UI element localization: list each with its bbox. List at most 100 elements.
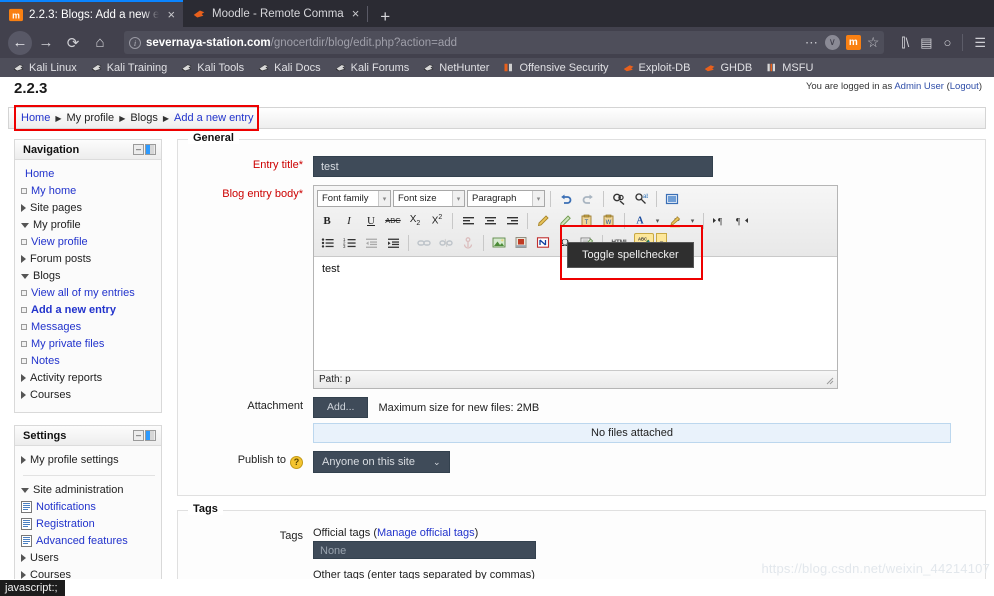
bookmark-exploit-db[interactable]: Exploit-DB: [616, 62, 698, 74]
outdent-icon[interactable]: [361, 233, 381, 252]
remove-format-icon[interactable]: [555, 211, 575, 230]
nonbreaking-icon[interactable]: [533, 233, 553, 252]
redo-icon[interactable]: [578, 189, 598, 208]
bookmark-kali-tools[interactable]: Kali Tools: [174, 62, 251, 74]
tab-close-1[interactable]: ×: [350, 7, 360, 20]
no-files-attached-area[interactable]: No files attached: [313, 423, 951, 443]
chevron-right-icon[interactable]: [21, 374, 26, 382]
settings-link-registration[interactable]: Registration: [36, 518, 95, 530]
forecolor-icon[interactable]: A: [630, 211, 650, 230]
bold-icon[interactable]: B: [317, 211, 337, 230]
add-attachment-button[interactable]: Add...: [313, 397, 369, 418]
nav-link-home[interactable]: Home: [25, 168, 54, 180]
library-icon[interactable]: ⫿\: [901, 35, 909, 51]
link-icon[interactable]: [414, 233, 434, 252]
superscript-icon[interactable]: X2: [427, 211, 447, 230]
home-button[interactable]: ⌂: [87, 30, 113, 56]
bookmark-star-icon[interactable]: ☆: [867, 34, 880, 51]
settings-link-notifications[interactable]: Notifications: [36, 501, 96, 513]
minus-icon[interactable]: –: [133, 144, 144, 155]
ltr-icon[interactable]: ¶: [709, 211, 729, 230]
sidebar-icon[interactable]: ▤: [920, 35, 932, 51]
bookmark-kali-docs[interactable]: Kali Docs: [251, 62, 327, 74]
bookmark-kali-training[interactable]: Kali Training: [84, 62, 175, 74]
undo-icon[interactable]: [556, 189, 576, 208]
anchor-icon[interactable]: [458, 233, 478, 252]
bookmark-nethunter[interactable]: NetHunter: [416, 62, 496, 74]
bookmark-msfu[interactable]: MSFU: [759, 62, 820, 74]
address-bar[interactable]: i severnaya-station.com/gnocertdir/blog/…: [124, 31, 885, 54]
browser-tab-0[interactable]: m 2.2.3: Blogs: Add a new e ×: [0, 0, 184, 27]
find-icon[interactable]: [609, 189, 629, 208]
info-icon[interactable]: i: [129, 36, 141, 49]
chevron-right-icon[interactable]: [21, 456, 26, 464]
forecolor-dropdown-icon[interactable]: ▾: [652, 211, 663, 230]
back-button[interactable]: ←: [8, 30, 32, 55]
chevron-right-icon[interactable]: [21, 204, 26, 212]
bookmark-ghdb[interactable]: GHDB: [697, 62, 759, 74]
backcolor-icon[interactable]: ab: [665, 211, 685, 230]
help-icon[interactable]: ?: [290, 456, 303, 469]
paste-text-icon[interactable]: T: [577, 211, 597, 230]
minus-icon[interactable]: –: [133, 430, 144, 441]
moodle-badge-icon[interactable]: m: [845, 35, 861, 50]
media-icon[interactable]: [511, 233, 531, 252]
editor-content-area[interactable]: test: [314, 256, 837, 371]
nav-link-my-home[interactable]: My home: [31, 185, 76, 197]
strikethrough-icon[interactable]: ABC: [383, 211, 403, 230]
backcolor-dropdown-icon[interactable]: ▾: [687, 211, 698, 230]
settings-link-advanced-features[interactable]: Advanced features: [36, 535, 128, 547]
underline-icon[interactable]: U: [361, 211, 381, 230]
chevron-down-icon[interactable]: [21, 274, 29, 279]
chevron-down-icon[interactable]: [21, 223, 29, 228]
chevron-right-icon[interactable]: [21, 391, 26, 399]
chevron-right-icon[interactable]: [21, 571, 26, 579]
paragraph-format-select[interactable]: Paragraph ▾: [467, 190, 545, 207]
dock-icon[interactable]: [145, 430, 156, 441]
rtl-icon[interactable]: ¶: [731, 211, 751, 230]
admin-user-link[interactable]: Admin User: [894, 81, 944, 92]
nav-link-my-private-files[interactable]: My private files: [31, 338, 104, 350]
manage-official-tags-link[interactable]: Manage official tags: [377, 527, 475, 539]
clean-up-icon[interactable]: [533, 211, 553, 230]
chevron-down-icon[interactable]: [21, 488, 29, 493]
nav-link-notes[interactable]: Notes: [31, 355, 60, 367]
tab-close-0[interactable]: ×: [165, 8, 175, 21]
hamburger-menu-icon[interactable]: ☰: [974, 35, 986, 51]
align-left-icon[interactable]: [458, 211, 478, 230]
align-center-icon[interactable]: [480, 211, 500, 230]
browser-tab-1[interactable]: Moodle - Remote Comma ×: [183, 0, 367, 27]
pocket-icon[interactable]: ∨: [824, 35, 840, 50]
fullscreen-icon[interactable]: [662, 189, 682, 208]
forward-button[interactable]: →: [33, 30, 59, 56]
nav-link-messages[interactable]: Messages: [31, 321, 81, 333]
indent-icon[interactable]: [383, 233, 403, 252]
reload-button[interactable]: ⟳: [60, 30, 86, 56]
nav-link-add-a-new-entry[interactable]: Add a new entry: [31, 304, 116, 316]
align-right-icon[interactable]: [502, 211, 522, 230]
subscript-icon[interactable]: X2: [405, 211, 425, 230]
bookmark-kali-linux[interactable]: Kali Linux: [6, 62, 84, 74]
entry-title-input[interactable]: test: [313, 156, 713, 177]
logout-link[interactable]: Logout: [950, 81, 979, 92]
italic-icon[interactable]: I: [339, 211, 359, 230]
new-tab-button[interactable]: +: [368, 8, 400, 27]
bookmark-offensive-security[interactable]: Offensive Security: [496, 62, 615, 74]
paste-word-icon[interactable]: W: [599, 211, 619, 230]
page-actions-icon[interactable]: ⋯: [805, 35, 819, 51]
breadcrumb-item-home[interactable]: Home: [21, 112, 50, 124]
official-tags-select[interactable]: None: [313, 541, 536, 559]
unordered-list-icon[interactable]: [317, 233, 337, 252]
nav-link-view-all-entries[interactable]: View all of my entries: [31, 287, 135, 299]
image-icon[interactable]: [489, 233, 509, 252]
resize-grip-icon[interactable]: [824, 375, 834, 385]
font-family-select[interactable]: Font family ▾: [317, 190, 391, 207]
find-replace-icon[interactable]: ab: [631, 189, 651, 208]
unlink-icon[interactable]: [436, 233, 456, 252]
dock-icon[interactable]: [145, 144, 156, 155]
chevron-right-icon[interactable]: [21, 554, 26, 562]
chevron-right-icon[interactable]: [21, 255, 26, 263]
publish-to-select[interactable]: Anyone on this site ⌄: [313, 451, 450, 473]
bookmark-kali-forums[interactable]: Kali Forums: [328, 62, 417, 74]
account-icon[interactable]: ○: [943, 35, 951, 50]
